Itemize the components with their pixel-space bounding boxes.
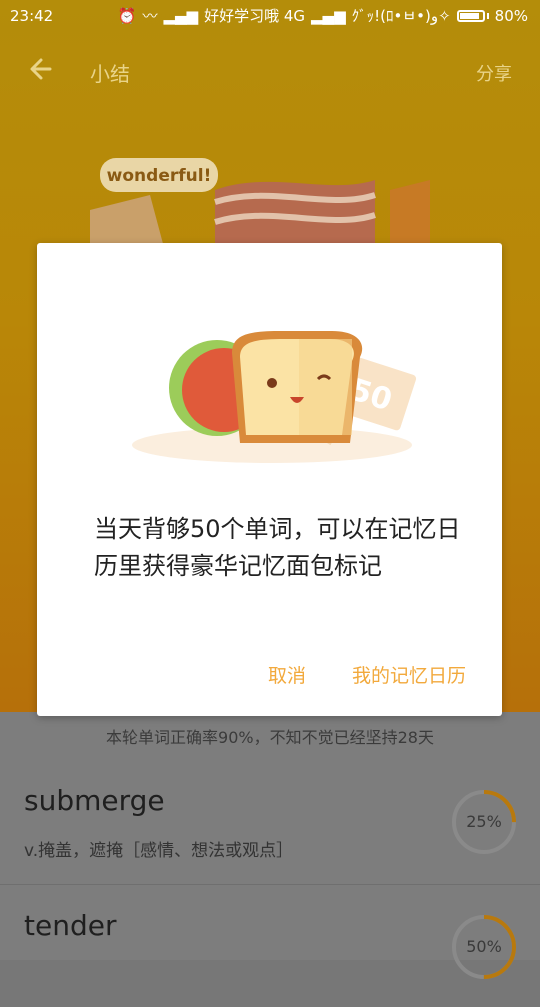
signal-icon-2: ▂▄▆ — [311, 7, 346, 25]
back-arrow-icon[interactable] — [26, 54, 56, 84]
wifi-icon: 〰 — [142, 7, 158, 25]
word-meaning: v.掩盖，遮掩［感情、想法或观点］ — [24, 841, 294, 861]
word-text: submerge — [24, 784, 165, 817]
share-button[interactable]: 分享 — [476, 60, 512, 86]
status-right: ⏰ 〰 ▂▄▆ 好好学习哦 4G ▂▄▆ ｸﾞｯ!(ﾛ•ㅂ•)و✧ 80% — [118, 0, 528, 32]
word-text: tender — [24, 909, 117, 942]
wonderful-badge-text: wonderful! — [107, 166, 212, 186]
cancel-button[interactable]: 取消 — [268, 661, 306, 688]
my-calendar-button[interactable]: 我的记忆日历 — [352, 661, 466, 688]
summary-text: 本轮单词正确率90%，不知不觉已经坚持28天 — [106, 728, 434, 747]
signal-icon: ▂▄▆ — [163, 7, 199, 25]
battery-icon — [456, 10, 485, 22]
word-row[interactable]: tender 50% — [0, 884, 540, 1007]
progress-label: 25% — [466, 812, 502, 831]
battery-percent: 80% — [494, 7, 528, 25]
alarm-icon: ⏰ — [117, 7, 137, 25]
app-bar: 小结 分享 — [0, 48, 540, 98]
progress-ring: 25% — [450, 788, 518, 856]
page-title: 小结 — [90, 62, 130, 86]
word-row[interactable]: submerge v.掩盖，遮掩［感情、想法或观点］ 25% — [0, 760, 540, 882]
progress-label: 50% — [466, 937, 502, 956]
dialog-actions: 取消 我的记忆日历 — [268, 661, 466, 688]
bread-mascot-illustration: 50 — [132, 331, 417, 463]
calendar-reward-dialog: 50 当天背够50个单词，可以在记忆日历里获得豪华记忆面包标记 取消 我的记忆日… — [37, 243, 502, 716]
carrier-label: 好好学习哦 4G — [204, 7, 305, 25]
dialog-message: 当天背够50个单词，可以在记忆日历里获得豪华记忆面包标记 — [94, 515, 461, 580]
status-time: 23:42 — [10, 7, 54, 25]
progress-ring: 50% — [450, 913, 518, 981]
status-bar: 23:42 ⏰ 〰 ▂▄▆ 好好学习哦 4G ▂▄▆ ｸﾞｯ!(ﾛ•ㅂ•)و✧ … — [0, 0, 540, 32]
status-extra: ｸﾞｯ!(ﾛ•ㅂ•)و✧ — [351, 7, 451, 25]
